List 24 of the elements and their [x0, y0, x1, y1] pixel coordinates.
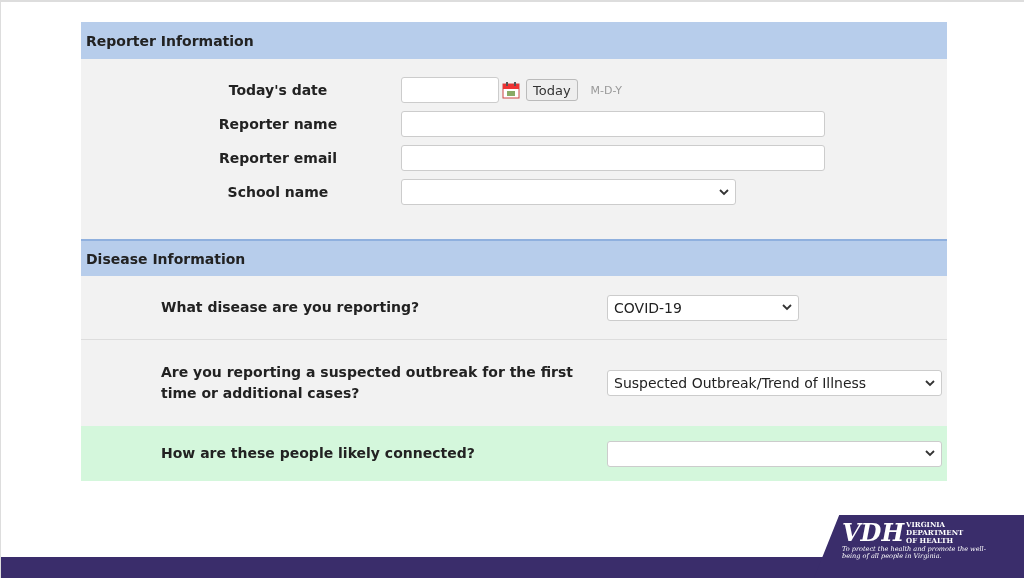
- text-field[interactable]: [401, 145, 825, 171]
- dropdown-field[interactable]: [607, 440, 942, 467]
- chevron-down-icon: [925, 450, 935, 457]
- dropdown-field[interactable]: COVID-19: [607, 294, 799, 321]
- today-button[interactable]: Today: [526, 79, 578, 101]
- dropdown-field[interactable]: Suspected Outbreak/Trend of Illness: [607, 370, 942, 396]
- field-label: Reporter name: [217, 116, 339, 132]
- question-label: Are you reporting a suspected outbreak for the first time or additional cases?: [161, 363, 574, 403]
- section-header: Disease Information: [81, 239, 947, 276]
- dropdown-field[interactable]: [401, 179, 736, 205]
- date-field[interactable]: [401, 77, 499, 103]
- text-field[interactable]: [401, 111, 825, 137]
- section-header: Reporter Information: [81, 22, 947, 59]
- question-label: What disease are you reporting?: [161, 298, 421, 317]
- field-label: School name: [226, 184, 330, 200]
- field-label: Reporter email: [218, 150, 338, 166]
- date-format-hint: M-D-Y: [590, 83, 622, 97]
- chevron-down-icon: [719, 188, 729, 196]
- chevron-down-icon: [925, 379, 935, 387]
- question-label: How are these people likely connected?: [161, 444, 476, 463]
- field-label: Today's date: [227, 82, 329, 98]
- logo-mark: VDH: [842, 521, 905, 545]
- calendar-icon[interactable]: [502, 81, 520, 99]
- chevron-down-icon: [782, 304, 792, 311]
